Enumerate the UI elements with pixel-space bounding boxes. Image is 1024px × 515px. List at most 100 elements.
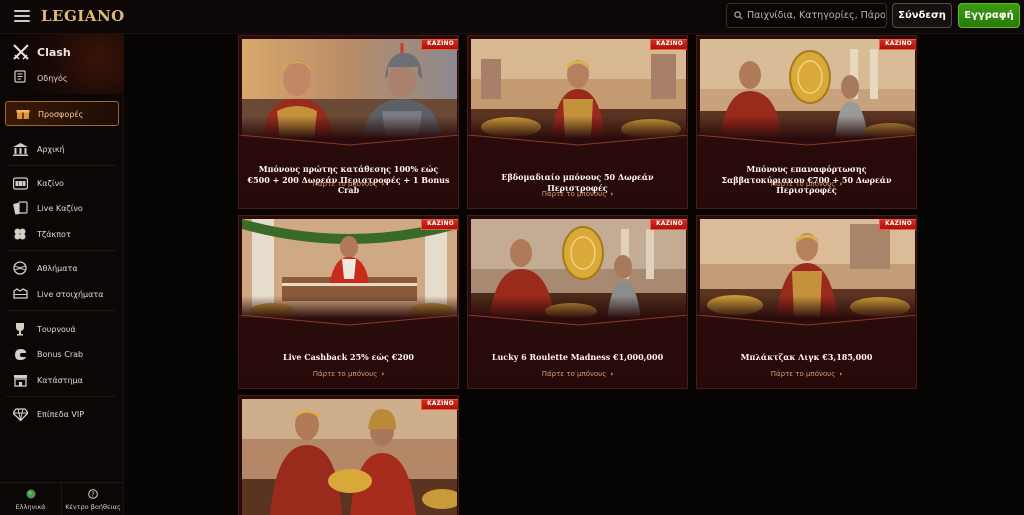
sidebar-item-label: Αθλήματα bbox=[37, 264, 78, 273]
promo-card[interactable]: ΚΑΖΙΝΟ bbox=[238, 395, 459, 515]
get-bonus-link[interactable]: Πάρτε το μπόνους › bbox=[468, 190, 687, 198]
promo-title: Μπλάκτζακ Λιγκ €3,185,000 bbox=[740, 352, 873, 362]
cards-icon bbox=[12, 201, 28, 215]
search-input[interactable] bbox=[747, 10, 885, 21]
cta-label: Πάρτε το μπόνους bbox=[770, 180, 836, 188]
language-selector[interactable]: Ελληνικά bbox=[0, 482, 62, 515]
sidebar-item-promotions[interactable]: Προσφορές bbox=[5, 101, 119, 126]
sidebar-item-label: Επίπεδα VIP bbox=[37, 410, 85, 419]
help-icon: ? bbox=[88, 489, 98, 499]
casino-badge: ΚΑΖΙΝΟ bbox=[421, 399, 458, 410]
sidebar-item-label: Live Καζίνο bbox=[37, 204, 83, 213]
clash-banner[interactable]: Clash Οδηγός bbox=[0, 34, 124, 94]
register-button[interactable]: Εγγραφή bbox=[958, 3, 1020, 28]
sidebar-item-label: Προσφορές bbox=[38, 110, 84, 119]
casino-badge: ΚΑΖΙΝΟ bbox=[650, 39, 687, 50]
sidebar-item-sports[interactable]: Αθλήματα bbox=[0, 257, 124, 279]
sidebar-item-live-casino[interactable]: Live Καζίνο bbox=[0, 197, 124, 219]
get-bonus-link[interactable]: Πάρτε το μπόνους › bbox=[468, 370, 687, 378]
help-center-link[interactable]: ? Κέντρο βοήθειας bbox=[62, 482, 124, 515]
search-icon bbox=[734, 11, 743, 20]
get-bonus-link[interactable]: Πάρτε το μπόνους › bbox=[697, 370, 916, 378]
sidebar-item-label: Τζάκποτ bbox=[37, 230, 71, 239]
chevron-right-icon: › bbox=[381, 180, 385, 188]
crab-claw-icon bbox=[12, 347, 28, 361]
sidebar-item-bonus-crab[interactable]: Bonus Crab bbox=[0, 343, 124, 365]
chevron-right-icon: › bbox=[610, 370, 614, 378]
sidebar-item-label: Live στοιχήματα bbox=[37, 290, 104, 299]
casino-badge: ΚΑΖΙΝΟ bbox=[650, 219, 687, 230]
logo[interactable]: LEGIANO bbox=[41, 7, 125, 25]
promo-card[interactable]: ΚΑΖΙΝΟ Εβδομαδιαίο μπόνους 50 Δωρεάν Περ… bbox=[467, 35, 688, 209]
divider bbox=[697, 315, 916, 326]
get-bonus-link[interactable]: Πάρτε το μπόνους › bbox=[697, 180, 916, 188]
bank-icon bbox=[12, 142, 28, 156]
casino-badge: ΚΑΖΙΝΟ bbox=[421, 39, 458, 50]
slot-machine-icon bbox=[12, 176, 28, 190]
top-bar: LEGIANO Σύνδεση Εγγραφή bbox=[0, 0, 1024, 34]
cta-label: Πάρτε το μπόνους bbox=[541, 370, 607, 378]
chevron-right-icon: › bbox=[610, 190, 614, 198]
casino-badge: ΚΑΖΙΝΟ bbox=[879, 219, 916, 230]
divider bbox=[6, 310, 116, 311]
sidebar-item-home[interactable]: Αρχική bbox=[0, 138, 124, 160]
scroll-icon bbox=[14, 70, 26, 83]
svg-text:?: ? bbox=[91, 491, 95, 499]
sidebar-item-label: Τουρνουά bbox=[37, 325, 76, 334]
divider bbox=[239, 135, 458, 146]
chevron-right-icon: › bbox=[839, 180, 843, 188]
promo-card[interactable]: ΚΑΖΙΝΟ Live Cashback 25% εώς €200 Πάρτε … bbox=[238, 215, 459, 389]
sidebar-item-casino[interactable]: Καζίνο bbox=[0, 172, 124, 194]
trophy-icon bbox=[12, 322, 28, 336]
cta-label: Πάρτε το μπόνους bbox=[541, 190, 607, 198]
globe-icon bbox=[26, 489, 35, 499]
divider bbox=[468, 315, 687, 326]
sidebar-item-vip[interactable]: Επίπεδα VIP bbox=[0, 403, 124, 425]
sidebar: Clash Οδηγός Προσφορές Αρχική Καζίνο Liv… bbox=[0, 34, 124, 515]
guide-label[interactable]: Οδηγός bbox=[37, 74, 68, 83]
cta-label: Πάρτε το μπόνους bbox=[770, 370, 836, 378]
gift-icon bbox=[16, 110, 30, 119]
promo-card[interactable]: ΚΑΖΙΝΟ Μπλάκτζακ Λιγκ €3,185,000 Πάρτε τ… bbox=[696, 215, 917, 389]
divider bbox=[6, 165, 116, 166]
casino-badge: ΚΑΖΙΝΟ bbox=[421, 219, 458, 230]
crossed-swords-icon bbox=[13, 44, 29, 60]
ball-icon bbox=[12, 261, 28, 275]
stadium-icon bbox=[12, 287, 28, 301]
search-box[interactable] bbox=[726, 3, 887, 28]
promo-title: Lucky 6 Roulette Madness €1,000,000 bbox=[491, 352, 664, 362]
promo-card[interactable]: ΚΑΖΙΝΟ Lucky 6 Roulette Madness €1,000,0… bbox=[467, 215, 688, 389]
cta-label: Πάρτε το μπόνους bbox=[312, 370, 378, 378]
divider bbox=[239, 315, 458, 326]
sidebar-item-live-bets[interactable]: Live στοιχήματα bbox=[0, 283, 124, 305]
sidebar-item-jackpot[interactable]: Τζάκποτ bbox=[0, 223, 124, 245]
menu-icon[interactable] bbox=[14, 10, 30, 23]
divider bbox=[6, 396, 116, 397]
sidebar-item-shop[interactable]: Κατάστημα bbox=[0, 369, 124, 391]
promo-card[interactable]: ΚΑΖΙΝΟ Μπόνους πρώτης κατάθεσης 100% εώς… bbox=[238, 35, 459, 209]
clover-icon bbox=[12, 227, 28, 241]
login-button[interactable]: Σύνδεση bbox=[892, 3, 952, 28]
chevron-right-icon: › bbox=[381, 370, 385, 378]
diamond-icon bbox=[12, 407, 28, 421]
cta-label: Πάρτε το μπόνους bbox=[312, 180, 378, 188]
divider bbox=[697, 135, 916, 146]
get-bonus-link[interactable]: Πάρτε το μπόνους › bbox=[239, 370, 458, 378]
help-label: Κέντρο βοήθειας bbox=[65, 503, 121, 511]
language-label: Ελληνικά bbox=[15, 503, 46, 511]
sidebar-item-label: Bonus Crab bbox=[37, 350, 84, 359]
divider bbox=[468, 135, 687, 146]
chevron-right-icon: › bbox=[839, 370, 843, 378]
promo-card[interactable]: ΚΑΖΙΝΟ Μπόνους επαναφόρτωσης Σαββατοκύρι… bbox=[696, 35, 917, 209]
sidebar-item-label: Καζίνο bbox=[37, 179, 64, 188]
divider bbox=[6, 250, 116, 251]
promo-image bbox=[242, 399, 457, 515]
promo-title: Live Cashback 25% εώς €200 bbox=[283, 352, 414, 362]
sidebar-item-label: Κατάστημα bbox=[37, 376, 83, 385]
shop-icon bbox=[12, 373, 28, 387]
casino-badge: ΚΑΖΙΝΟ bbox=[879, 39, 916, 50]
sidebar-item-tournaments[interactable]: Τουρνουά bbox=[0, 318, 124, 340]
sidebar-item-label: Αρχική bbox=[37, 145, 65, 154]
get-bonus-link[interactable]: Πάρτε το μπόνους › bbox=[239, 180, 458, 188]
clash-label: Clash bbox=[37, 46, 71, 59]
